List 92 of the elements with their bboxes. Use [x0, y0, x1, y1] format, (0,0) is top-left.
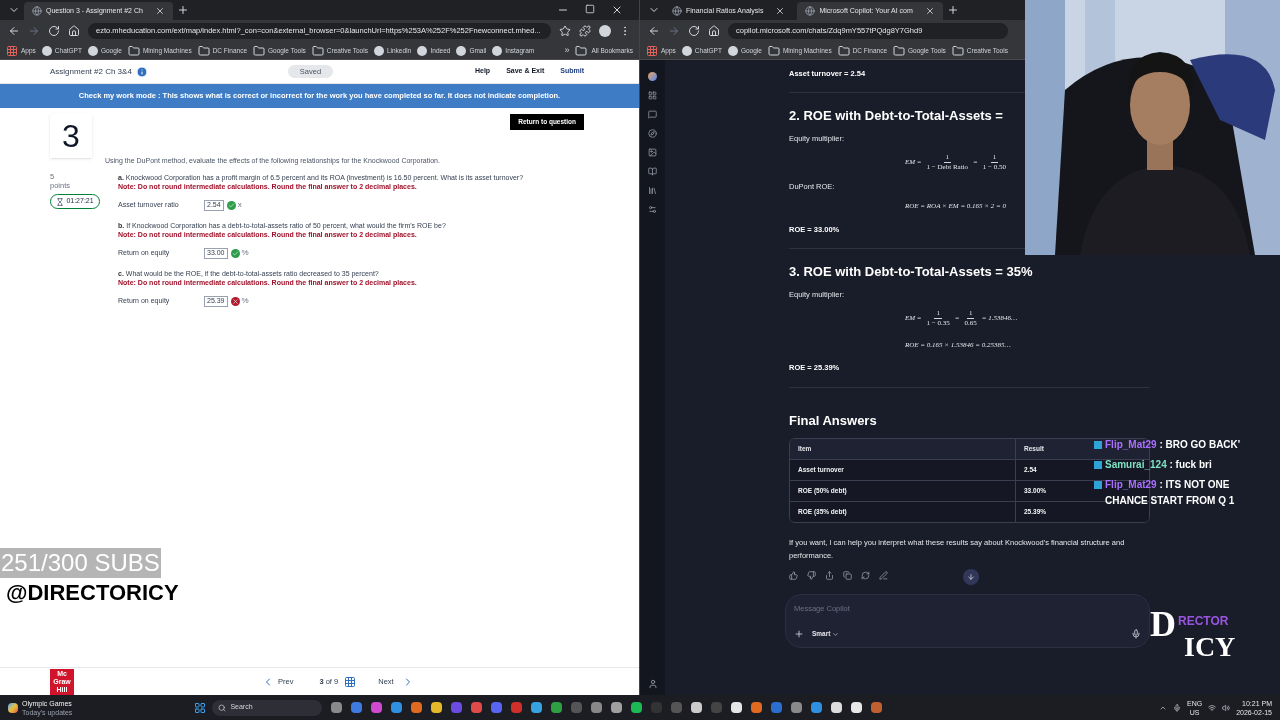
folder-icon: [127, 44, 140, 57]
channel-handle: @DIRECTORICY: [6, 579, 179, 607]
close-icon[interactable]: [924, 6, 935, 16]
apps-grid-icon: [646, 44, 658, 57]
share-icon[interactable]: [825, 571, 834, 580]
chat-message: Flip_Mat29 : BRO GO BACK': [1105, 438, 1241, 452]
thumbs-down-icon[interactable]: [807, 571, 816, 580]
app-icon[interactable]: [431, 702, 443, 713]
folder-icon: [837, 44, 850, 57]
chat-message: Flip_Mat29 : ITS NOT ONE CHANCE START FROM Q 1: [1105, 478, 1236, 508]
chat-message: Samurai_124 : fuck bri: [1105, 458, 1212, 472]
sidebar-icon[interactable]: [648, 110, 657, 119]
folder-icon: [253, 44, 265, 57]
sidebar-icon[interactable]: [648, 129, 657, 138]
sidebar-icon[interactable]: [648, 205, 657, 214]
app-icon[interactable]: [531, 702, 543, 713]
chat-badge-icon: [1094, 441, 1102, 449]
hourglass-icon: [56, 197, 65, 206]
chat-badge-icon: [1094, 481, 1102, 489]
site-icon: [417, 45, 428, 56]
app-logo-icon[interactable]: [648, 72, 657, 81]
subscriber-goal: 251/300 SUBS: [0, 548, 161, 578]
section-heading: 2. ROE with Debt-to-Total-Assets =: [789, 107, 1004, 126]
reload-icon[interactable]: [48, 25, 60, 37]
close-icon[interactable]: [611, 4, 623, 16]
app-icon[interactable]: [631, 702, 643, 713]
home-icon[interactable]: [708, 25, 720, 37]
tab-favicon-icon: [672, 6, 682, 16]
app-icon[interactable]: [831, 702, 843, 713]
thumbs-up-icon[interactable]: [789, 571, 798, 580]
site-icon: [373, 45, 384, 56]
weather-icon[interactable]: [8, 702, 18, 713]
folder-icon: [575, 44, 588, 57]
reload-icon[interactable]: [688, 25, 700, 37]
sidebar-icon[interactable]: [648, 91, 657, 100]
back-icon[interactable]: [648, 25, 660, 37]
answer-unit: x: [237, 199, 242, 212]
grid-icon[interactable]: [344, 675, 357, 688]
new-tab-icon[interactable]: [946, 4, 959, 16]
volume-icon[interactable]: [1222, 703, 1231, 712]
apps-grid-icon: [6, 44, 18, 57]
refresh-icon[interactable]: [861, 571, 870, 580]
site-icon: [681, 45, 692, 56]
folder-icon: [197, 44, 210, 57]
tab-favicon-icon: [805, 6, 816, 16]
app-icon[interactable]: [691, 702, 703, 713]
app-icon[interactable]: [611, 702, 623, 713]
extensions-icon[interactable]: [579, 25, 591, 37]
folder-icon: [767, 44, 780, 57]
question-number: 3: [50, 114, 92, 158]
site-icon: [87, 45, 98, 56]
answer-unit: %: [241, 295, 249, 308]
home-icon[interactable]: [68, 25, 80, 37]
close-icon[interactable]: [775, 6, 786, 16]
arrow-down-icon: [967, 573, 975, 581]
section-heading: 3. ROE with Debt-to-Total-Assets = 35%: [789, 263, 1034, 281]
maximize-icon[interactable]: [585, 4, 595, 14]
close-icon[interactable]: [154, 6, 165, 16]
folder-icon: [951, 44, 964, 57]
wifi-icon[interactable]: [1208, 703, 1217, 712]
microphone-icon[interactable]: [1173, 703, 1181, 712]
final-answers-heading: Final Answers: [789, 411, 878, 430]
start-icon[interactable]: [194, 701, 207, 714]
bookmark-star-icon[interactable]: [559, 25, 571, 37]
assignment-title: Assignment #2 Ch 3&4: [50, 65, 132, 78]
profile-avatar[interactable]: [599, 25, 611, 37]
back-icon[interactable]: [8, 25, 20, 37]
copy-icon[interactable]: [843, 571, 852, 580]
site-icon: [727, 45, 738, 56]
search-icon: [218, 703, 227, 712]
add-icon[interactable]: [794, 629, 804, 639]
folder-icon: [311, 44, 324, 57]
tab-favicon-icon: [32, 6, 42, 16]
pen-icon[interactable]: [879, 571, 888, 580]
sidebar-icon[interactable]: [648, 167, 657, 176]
answer-unit: %: [241, 247, 249, 260]
site-icon: [456, 45, 467, 56]
site-icon: [492, 45, 503, 56]
app-icon[interactable]: [731, 702, 743, 713]
folder-icon: [893, 44, 905, 57]
site-icon: [41, 45, 52, 56]
new-tab-icon[interactable]: [176, 4, 189, 16]
chat-badge-icon: [1094, 461, 1102, 469]
microphone-icon[interactable]: [1131, 629, 1141, 639]
sidebar-icon[interactable]: [648, 186, 657, 195]
chevron-down-icon: [832, 630, 840, 638]
info-icon[interactable]: [135, 65, 148, 78]
user-icon[interactable]: [647, 679, 658, 689]
scroll-down-button[interactable]: [963, 569, 979, 585]
app-icon[interactable]: [851, 702, 863, 713]
sidebar-icon[interactable]: [648, 148, 657, 157]
more-bookmarks[interactable]: »: [564, 43, 570, 58]
